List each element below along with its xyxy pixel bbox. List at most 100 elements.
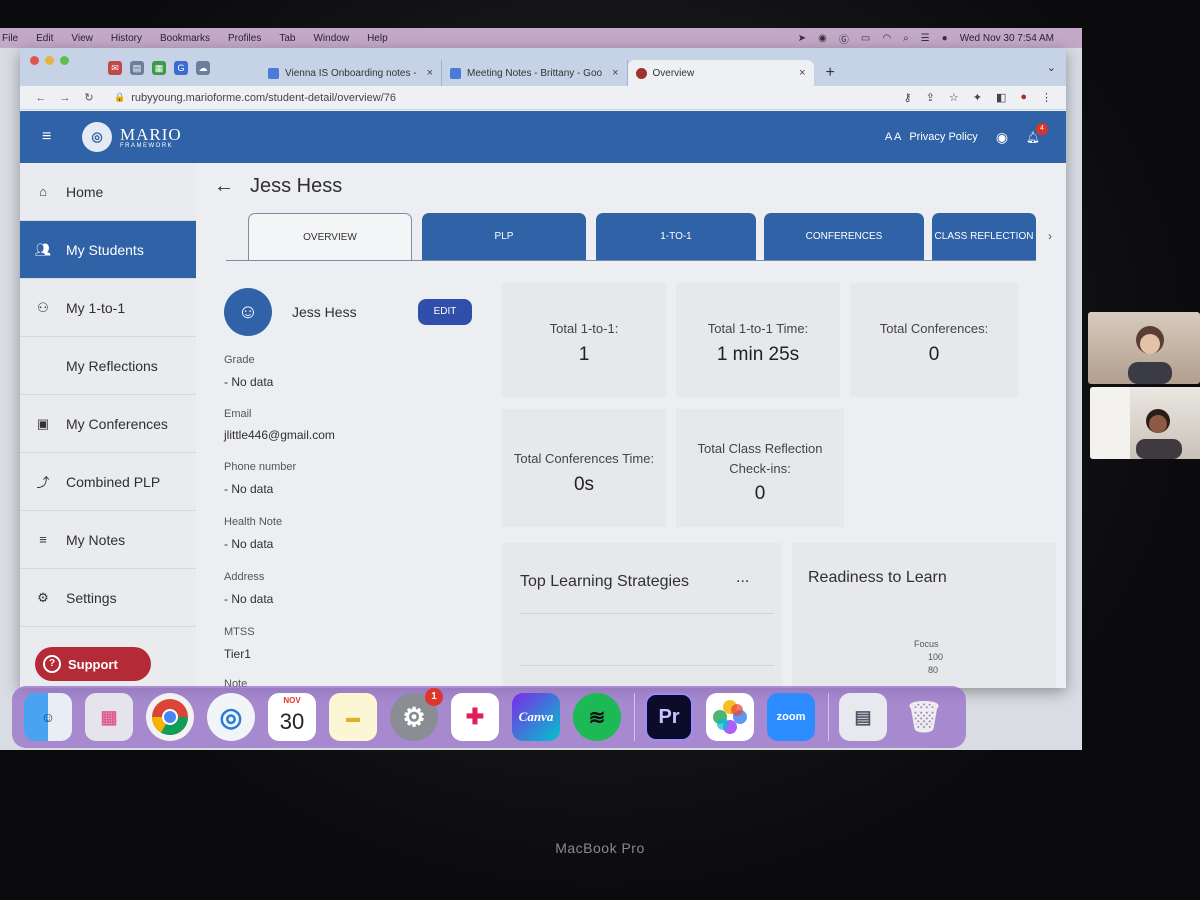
video-tile-participant-2[interactable] — [1090, 387, 1200, 459]
lock-icon: 🔒 — [114, 92, 126, 102]
menu-help[interactable]: Help — [367, 33, 388, 44]
sidebar-item-combined-plp[interactable]: ⤴ Combined PLP — [20, 453, 196, 511]
privacy-policy-link[interactable]: Privacy Policy — [909, 131, 977, 143]
spotify-icon[interactable]: ≋ — [573, 693, 621, 741]
field-value: - No data — [224, 375, 274, 389]
stat-value: 0 — [754, 483, 766, 504]
zoom-icon[interactable]: zoom — [767, 693, 815, 741]
panel-title: Readiness to Learn — [808, 569, 947, 586]
minimize-window-button[interactable] — [45, 56, 54, 65]
sidepanel-icon[interactable]: ◧ — [996, 91, 1006, 104]
trash-icon[interactable]: 🗑︎ — [900, 693, 948, 741]
support-button[interactable]: ? Support — [35, 647, 151, 681]
downloads-stack-icon[interactable]: ▤ — [839, 693, 887, 741]
zoom-window-button[interactable] — [60, 56, 69, 65]
screen-record-icon[interactable]: ◉ — [818, 33, 827, 44]
sidebar-item-my-reflections[interactable]: My Reflections — [20, 337, 196, 395]
pinned-tab-icon[interactable]: ✉ — [108, 61, 122, 75]
siri-icon[interactable]: ● — [942, 33, 948, 44]
more-menu-icon[interactable]: ... — [736, 569, 749, 587]
edit-button[interactable]: EDIT — [418, 299, 472, 325]
sidebar-item-settings[interactable]: ⚙ Settings — [20, 569, 196, 627]
pinned-tab-icon[interactable]: ▤ — [130, 61, 144, 75]
menu-tab[interactable]: Tab — [279, 33, 295, 44]
premiere-pro-icon[interactable]: Pr — [645, 693, 693, 741]
chevron-right-icon[interactable]: › — [1048, 229, 1052, 243]
font-size-toggle[interactable]: A A — [885, 131, 902, 143]
finder-icon[interactable]: ☺ — [24, 693, 72, 741]
calendar-icon[interactable]: NOV 30 — [268, 693, 316, 741]
browser-tab[interactable]: Vienna IS Onboarding notes - × — [260, 60, 443, 86]
photos-icon[interactable] — [706, 693, 754, 741]
field-label: Email — [224, 408, 252, 420]
forward-arrow-icon[interactable]: → — [56, 92, 74, 104]
sidebar-item-my-notes[interactable]: ≡ My Notes — [20, 511, 196, 569]
video-tile-participant-1[interactable] — [1088, 312, 1200, 384]
menu-clock[interactable]: Wed Nov 30 7:54 AM — [960, 33, 1054, 44]
tab-label: Vienna IS Onboarding notes - — [285, 67, 417, 79]
bookmark-star-icon[interactable]: ☆ — [949, 91, 959, 104]
hamburger-menu-icon[interactable]: ≡ — [42, 128, 58, 146]
menu-profiles[interactable]: Profiles — [228, 33, 261, 44]
url-field[interactable]: 🔒 rubyyoung.marioforme.com/student-detai… — [114, 92, 396, 104]
chevron-down-icon[interactable]: ⌄ — [1047, 61, 1056, 74]
pinned-tab-icon[interactable]: G — [174, 61, 188, 75]
new-tab-icon[interactable]: + — [826, 64, 835, 82]
menu-window[interactable]: Window — [313, 33, 349, 44]
menu-file[interactable]: File — [2, 33, 18, 44]
tab-overview[interactable]: OVERVIEW — [248, 213, 412, 260]
battery-icon[interactable]: ▭ — [861, 33, 870, 44]
search-icon[interactable]: ⌕ — [903, 33, 909, 44]
back-arrow-icon[interactable]: ← — [32, 92, 50, 104]
chrome-icon[interactable] — [146, 693, 194, 741]
safari-icon[interactable]: ◎ — [207, 693, 255, 741]
close-tab-icon[interactable]: × — [799, 67, 805, 79]
extensions-icon[interactable]: ✦ — [973, 91, 982, 104]
tab-class-reflection[interactable]: CLASS REFLECTION — [932, 213, 1036, 260]
account-icon[interactable]: ◉ — [996, 129, 1008, 146]
grammarly-icon[interactable]: Ⓖ — [839, 31, 849, 46]
browser-tab[interactable]: Meeting Notes - Brittany - Goo × — [442, 60, 628, 86]
slack-icon[interactable]: ✚ — [451, 693, 499, 741]
close-window-button[interactable] — [30, 56, 39, 65]
location-icon[interactable]: ➤ — [798, 33, 806, 44]
support-label: Support — [68, 656, 118, 672]
pinned-tab-icon[interactable]: ▦ — [152, 61, 166, 75]
menu-history[interactable]: History — [111, 33, 142, 44]
sidebar-item-my-students[interactable]: 👥︎ My Students — [20, 221, 196, 279]
reload-icon[interactable]: ↻ — [80, 91, 98, 104]
system-settings-icon[interactable]: ⚙ 1 — [390, 688, 443, 741]
browser-tab-active[interactable]: Overview × — [627, 60, 814, 86]
tab-1-to-1[interactable]: 1-TO-1 — [596, 213, 756, 260]
launchpad-icon[interactable]: ▦ — [85, 693, 133, 741]
menu-edit[interactable]: Edit — [36, 33, 53, 44]
mario-logo[interactable]: ◎ MARIO FRAMEWORK — [82, 122, 182, 152]
participant-avatar-icon — [1128, 326, 1172, 384]
stat-value: 0 — [928, 344, 940, 365]
stat-label: Total 1-to-1 Time: — [707, 321, 809, 336]
docs-icon — [450, 67, 462, 79]
pinned-tab-icon[interactable]: ☁ — [196, 61, 210, 75]
notifications-bell-icon[interactable]: 🔔︎ 4 — [1026, 122, 1048, 144]
back-arrow-icon[interactable]: ← — [214, 175, 234, 198]
sidebar-item-home[interactable]: ⌂ Home — [20, 163, 196, 221]
canva-icon[interactable]: Canva — [512, 693, 560, 741]
wifi-icon[interactable]: ◠ — [882, 33, 891, 44]
close-tab-icon[interactable]: × — [427, 67, 433, 79]
share-icon[interactable]: ⇪ — [926, 91, 935, 104]
profile-avatar-icon[interactable]: ● — [1020, 91, 1027, 104]
sidebar-item-my-conferences[interactable]: ▣ My Conferences — [20, 395, 196, 453]
close-tab-icon[interactable]: × — [612, 67, 618, 79]
notes-app-icon[interactable]: ▬ — [329, 693, 377, 741]
key-icon[interactable]: ⚷ — [904, 91, 912, 104]
stat-card: Total 1-to-1 Time: 1 min 25s — [676, 283, 840, 397]
menu-bookmarks[interactable]: Bookmarks — [160, 33, 210, 44]
sidebar-item-my-1-to-1[interactable]: ⚇ My 1-to-1 — [20, 279, 196, 337]
menu-view[interactable]: View — [71, 33, 93, 44]
stat-value: 0s — [573, 474, 595, 495]
tab-plp[interactable]: PLP — [422, 213, 586, 260]
tab-conferences[interactable]: CONFERENCES — [764, 213, 924, 260]
kebab-menu-icon[interactable]: ⋮ — [1041, 91, 1052, 104]
dock-separator — [634, 693, 635, 741]
control-center-icon[interactable]: ☰ — [921, 33, 930, 44]
